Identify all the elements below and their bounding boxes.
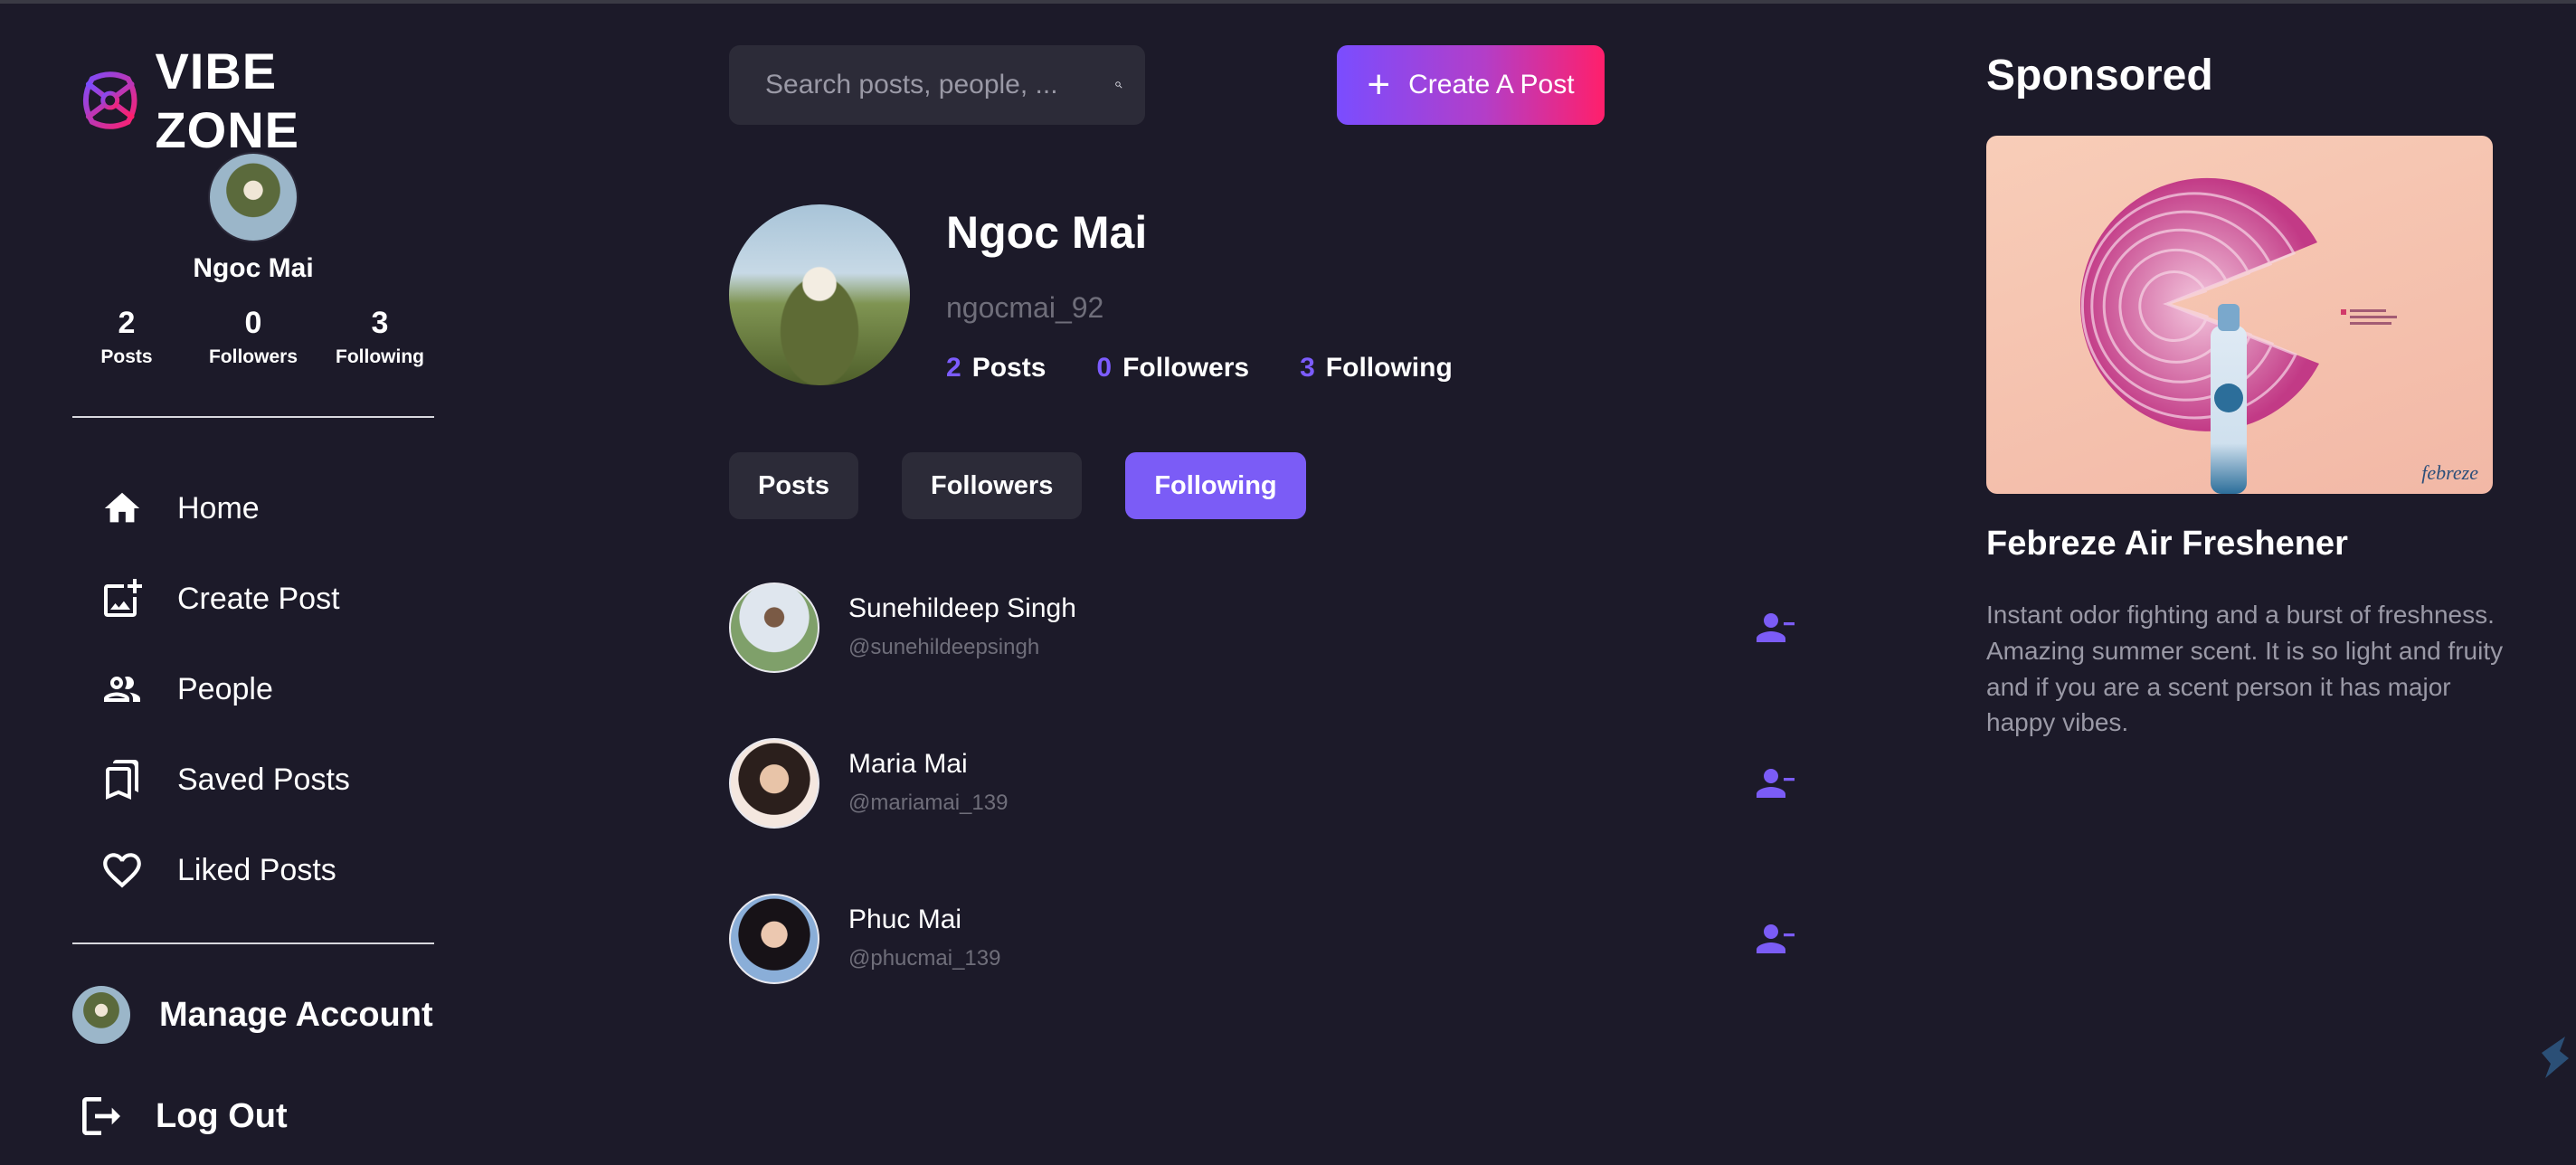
stat-value: 2 — [118, 306, 136, 340]
unfollow-icon[interactable] — [1753, 917, 1796, 961]
unfollow-icon[interactable] — [1753, 606, 1796, 649]
list-item[interactable]: Maria Mai @mariamai_139 — [729, 738, 1796, 894]
profile-stat-posts[interactable]: 2 Posts — [946, 353, 1046, 384]
stat-label: Followers — [208, 346, 298, 367]
stat-value: 3 — [1300, 353, 1315, 383]
home-icon — [99, 486, 145, 531]
add-photo-icon — [99, 576, 145, 621]
sidebar-item-label: Create Post — [177, 581, 340, 616]
sidebar-item-label: Saved Posts — [177, 762, 350, 797]
sidebar-divider-top — [72, 416, 434, 418]
sponsored-heading: Sponsored — [1986, 52, 2213, 99]
search-bar — [729, 45, 1145, 125]
stat-value: 0 — [244, 306, 262, 340]
heart-icon — [99, 848, 145, 893]
bookmark-icon — [99, 757, 145, 802]
logo-icon — [82, 71, 137, 129]
logout-button[interactable]: Log Out — [76, 1091, 288, 1141]
sidebar-item-label: Home — [177, 490, 260, 526]
profile-stat-followers[interactable]: 0 Followers — [1096, 353, 1249, 384]
ad-image[interactable]: febreze — [1986, 136, 2493, 494]
app-name: VIBE ZONE — [155, 43, 299, 158]
sidebar-item-label: People — [177, 671, 273, 706]
ad-brand-mark: febreze — [2421, 461, 2478, 484]
sidebar-profile-name: Ngoc Mai — [193, 253, 314, 283]
avatar[interactable] — [729, 738, 819, 829]
profile-tabs: Posts Followers Following — [729, 452, 1350, 519]
following-list: Sunehildeep Singh @sunehildeepsingh Mari… — [729, 582, 1796, 1049]
unfollow-icon[interactable] — [1753, 762, 1796, 805]
stat-value: 3 — [371, 306, 389, 340]
ad-description: Instant odor fighting and a burst of fre… — [1986, 601, 2504, 737]
user-handle: @sunehildeepsingh — [848, 635, 1040, 659]
avatar — [72, 986, 130, 1044]
sidebar-stat-posts: 2 Posts — [72, 306, 181, 368]
stat-label: Following — [336, 346, 424, 367]
list-item-text: Phuc Mai @phucmai_139 — [848, 905, 1000, 971]
logout-label: Log Out — [156, 1096, 288, 1135]
profile-stat-following[interactable]: 3 Following — [1300, 353, 1453, 384]
sidebar-profile-card: Ngoc Mai 2 Posts 0 Followers 3 Following — [72, 152, 434, 368]
user-name[interactable]: Phuc Mai — [848, 905, 1000, 935]
sidebar-item-liked-posts[interactable]: Liked Posts — [99, 825, 350, 915]
stat-label: Posts — [100, 346, 153, 367]
plus-icon: + — [1367, 62, 1391, 107]
list-item[interactable]: Sunehildeep Singh @sunehildeepsingh — [729, 582, 1796, 738]
sidebar-stat-following: 3 Following — [326, 306, 434, 368]
create-post-label: Create A Post — [1408, 70, 1575, 99]
user-name[interactable]: Sunehildeep Singh — [848, 593, 1076, 624]
sidebar: VIBE ZONE Ngoc Mai 2 Posts 0 Followers 3… — [72, 0, 434, 1165]
sidebar-item-home[interactable]: Home — [99, 463, 350, 554]
avatar[interactable] — [729, 582, 819, 673]
avatar[interactable] — [208, 152, 298, 242]
user-handle: @phucmai_139 — [848, 946, 1001, 971]
sidebar-stats: 2 Posts 0 Followers 3 Following — [72, 306, 434, 368]
create-post-button[interactable]: + Create A Post — [1337, 45, 1605, 125]
tab-posts[interactable]: Posts — [729, 452, 858, 519]
onion-illustration — [2080, 177, 2397, 494]
logout-icon — [82, 1097, 120, 1135]
stat-label: Followers — [1122, 353, 1250, 383]
profile-avatar[interactable] — [729, 204, 910, 385]
floating-widget-icon[interactable] — [2533, 1031, 2576, 1085]
stat-label: Following — [1325, 353, 1453, 383]
user-handle: @mariamai_139 — [848, 791, 1009, 815]
profile-handle: ngocmai_92 — [946, 291, 1104, 324]
search-input[interactable] — [765, 70, 1114, 100]
avatar[interactable] — [729, 894, 819, 984]
search-icon[interactable] — [1114, 67, 1123, 103]
list-item[interactable]: Phuc Mai @phucmai_139 — [729, 894, 1796, 1049]
stat-value: 0 — [1096, 353, 1113, 383]
list-item-text: Maria Mai @mariamai_139 — [848, 749, 1008, 816]
sidebar-divider-bottom — [72, 942, 434, 944]
app-logo[interactable]: VIBE ZONE — [76, 42, 434, 159]
list-item-text: Sunehildeep Singh @sunehildeepsingh — [848, 593, 1076, 660]
stat-value: 2 — [946, 353, 961, 383]
sidebar-item-people[interactable]: People — [99, 644, 350, 734]
ad-title[interactable]: Febreze Air Freshener — [1986, 525, 2348, 564]
stat-label: Posts — [971, 353, 1046, 383]
user-name[interactable]: Maria Mai — [848, 749, 1008, 780]
sidebar-nav: Home Create Post People Saved Posts Like… — [99, 463, 350, 915]
manage-account-label: Manage Account — [159, 995, 433, 1034]
profile-name: Ngoc Mai — [946, 207, 1148, 258]
tab-followers[interactable]: Followers — [901, 452, 1083, 519]
sidebar-item-create-post[interactable]: Create Post — [99, 554, 350, 644]
sidebar-item-saved-posts[interactable]: Saved Posts — [99, 734, 350, 825]
sidebar-stat-followers: 0 Followers — [199, 306, 308, 368]
people-icon — [99, 667, 145, 712]
profile-stats: 2 Posts 0 Followers 3 Following — [946, 353, 1503, 384]
manage-account-button[interactable]: Manage Account — [72, 986, 433, 1044]
sidebar-item-label: Liked Posts — [177, 852, 336, 887]
tab-following[interactable]: Following — [1125, 452, 1306, 519]
